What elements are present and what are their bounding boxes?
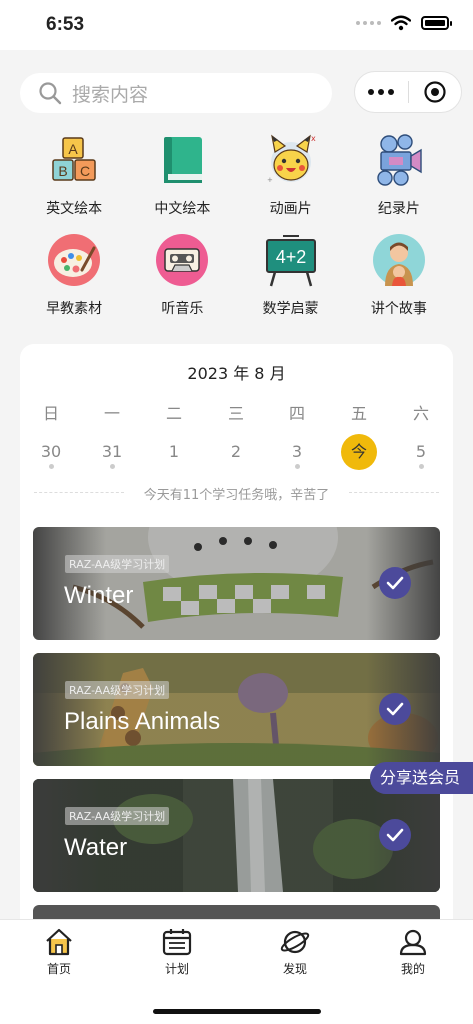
category-label: 中文绘本 <box>154 201 211 217</box>
block-letter-b: B <box>58 163 67 179</box>
parent-child-icon <box>371 232 427 288</box>
study-calendar-card: 2023 年 8 月 日 一 二 三 四 五 六 30 31 1 2 3 今 5… <box>20 344 453 944</box>
block-letter-c: C <box>80 163 90 179</box>
date-cell[interactable]: 31 <box>92 434 132 470</box>
tab-home[interactable]: 首页 <box>19 928 99 977</box>
category-documentaries[interactable]: 纪录片 <box>345 132 453 218</box>
weekday-label: 六 <box>412 404 429 423</box>
svg-text:+: + <box>267 176 273 184</box>
plan-tag: RAZ-AA级学习计划 <box>65 807 170 825</box>
plan-card[interactable]: RAZ-AA级学习计划 Plains Animals <box>33 653 440 766</box>
status-icons <box>356 15 452 31</box>
abc-blocks-icon: A B C <box>46 132 102 188</box>
wifi-icon <box>391 15 411 31</box>
date-label: 31 <box>101 442 123 461</box>
weekday-label: 三 <box>227 404 244 423</box>
plan-title: Plains Animals <box>64 708 221 735</box>
daily-task-note: 今天有11个学习任务哦，辛苦了 <box>34 484 439 503</box>
date-label: 今 <box>350 442 367 461</box>
weekday-label: 日 <box>42 404 59 423</box>
category-english-books[interactable]: A B C 英文绘本 <box>20 132 128 218</box>
date-label: 2 <box>230 442 242 461</box>
status-time: 6:53 <box>46 14 85 35</box>
search-placeholder: 搜索内容 <box>72 83 149 106</box>
block-letter-a: A <box>68 141 78 157</box>
search-icon <box>39 82 62 105</box>
category-chinese-books[interactable]: 中文绘本 <box>128 132 236 218</box>
task-dot <box>48 464 54 469</box>
chalkboard-text: 4+2 <box>275 247 306 267</box>
calendar-month-title: 2023 年 8 月 <box>187 364 286 383</box>
paint-palette-icon <box>46 232 102 288</box>
tab-label: 我的 <box>400 962 425 976</box>
weekday-label: 四 <box>288 404 305 423</box>
weekday-label: 五 <box>350 404 367 423</box>
category-grid: A B C 英文绘本 中文绘本 x + 动画片 纪录片 早教素材 听音乐 4+2… <box>20 132 453 318</box>
date-cell[interactable]: 2 <box>216 434 256 470</box>
task-dot <box>294 464 300 469</box>
category-label: 早教素材 <box>46 301 103 317</box>
plan-tag: RAZ-AA级学习计划 <box>65 681 170 699</box>
more-button[interactable] <box>355 89 408 95</box>
signal-icon <box>356 21 381 25</box>
category-label: 动画片 <box>269 201 312 217</box>
plan-title: Water <box>64 834 128 861</box>
home-indicator <box>153 1009 321 1014</box>
target-icon <box>424 81 446 103</box>
weekday-label: 一 <box>103 404 120 423</box>
film-camera-icon <box>371 132 427 188</box>
planet-icon <box>280 930 310 954</box>
category-music[interactable]: 听音乐 <box>128 232 236 318</box>
weekday-label: 二 <box>165 404 182 423</box>
pikachu-icon: x + <box>263 132 319 188</box>
task-dot <box>418 464 424 469</box>
category-early-education[interactable]: 早教素材 <box>20 232 128 318</box>
svg-text:x: x <box>311 134 316 143</box>
search-input[interactable]: 搜索内容 <box>20 73 332 113</box>
home-icon <box>46 928 72 956</box>
category-label: 数学启蒙 <box>262 301 319 317</box>
category-cartoons[interactable]: x + 动画片 <box>237 132 345 218</box>
category-math[interactable]: 4+2 数学启蒙 <box>237 232 345 318</box>
date-cell[interactable]: 5 <box>401 434 441 470</box>
category-stories[interactable]: 讲个故事 <box>345 232 453 318</box>
profile-icon <box>399 929 427 956</box>
tab-label: 发现 <box>282 962 307 976</box>
category-label: 听音乐 <box>161 301 204 317</box>
tab-label: 首页 <box>46 962 71 976</box>
close-button[interactable] <box>409 80 462 104</box>
status-bar: 6:53 <box>0 0 473 50</box>
category-label: 纪录片 <box>377 201 420 217</box>
plan-card[interactable]: RAZ-AA级学习计划 Winter <box>33 527 440 640</box>
date-cell-today[interactable]: 今 <box>339 434 379 470</box>
category-label: 英文绘本 <box>46 201 103 217</box>
calendar-icon <box>162 929 192 956</box>
miniprogram-capsule <box>354 71 462 113</box>
date-cell[interactable]: 3 <box>277 434 317 470</box>
category-label: 讲个故事 <box>370 301 427 317</box>
date-cell[interactable]: 1 <box>154 434 194 470</box>
tab-profile[interactable]: 我的 <box>373 928 453 977</box>
plan-card[interactable]: RAZ-AA级学习计划 Water <box>33 779 440 892</box>
share-membership-button[interactable]: 分享送会员 <box>370 762 473 794</box>
date-label: 5 <box>415 442 427 461</box>
chalkboard-icon: 4+2 <box>263 232 319 288</box>
completed-check-icon <box>379 567 411 599</box>
cassette-icon <box>154 232 210 288</box>
date-label: 3 <box>291 442 303 461</box>
battery-icon <box>421 16 452 30</box>
date-label: 1 <box>168 442 180 461</box>
plan-tag: RAZ-AA级学习计划 <box>65 555 170 573</box>
green-book-icon <box>154 132 210 188</box>
date-label: 30 <box>40 442 62 461</box>
completed-check-icon <box>379 693 411 725</box>
date-cell[interactable]: 30 <box>31 434 71 470</box>
tab-plan[interactable]: 计划 <box>137 928 217 977</box>
tab-discover[interactable]: 发现 <box>255 928 335 977</box>
completed-check-icon <box>379 819 411 851</box>
task-dot <box>109 464 115 469</box>
plan-title: Winter <box>64 582 134 609</box>
tab-label: 计划 <box>164 962 189 976</box>
